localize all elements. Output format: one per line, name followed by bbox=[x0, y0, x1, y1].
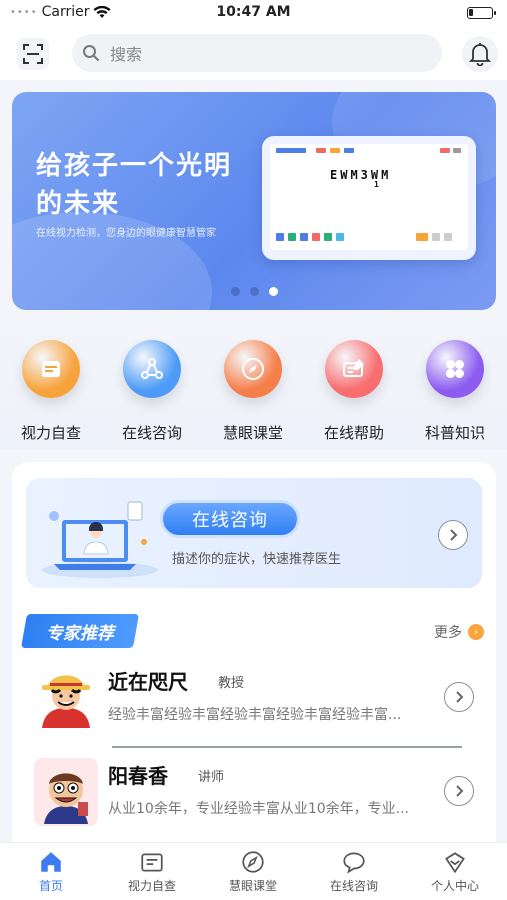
tab-item[interactable]: 个人中心 bbox=[405, 847, 505, 894]
consult-arrow-button[interactable] bbox=[438, 520, 468, 550]
tablet-screen: EWM3WM 1 bbox=[270, 144, 468, 250]
bottom-tab-bar: 首页 视力自查 慧眼课堂 在线咨询 个人中心 bbox=[0, 842, 507, 900]
expert-name: 近在咫尺 bbox=[108, 670, 188, 694]
chevron-right-icon bbox=[456, 691, 464, 703]
tab-label: 在线咨询 bbox=[329, 879, 378, 893]
carousel-dot[interactable] bbox=[249, 287, 259, 296]
eye-chart-row: 1 bbox=[374, 180, 379, 189]
promo-banner[interactable]: 给孩子一个光明的未来 在线视力检测，您身边的眼健康智慧管家 EWM3WM 1 bbox=[12, 92, 496, 310]
expert-description: 从业10余年，专业经验丰富从业10余年，专业... bbox=[108, 801, 409, 817]
clock: 10:47 AM bbox=[216, 4, 291, 20]
search-placeholder: 搜索 bbox=[110, 45, 143, 64]
quick-menu-label: 视力自查 bbox=[20, 424, 81, 442]
edit-card-icon bbox=[325, 340, 383, 398]
doctor-illustration bbox=[42, 501, 158, 578]
clover-icon bbox=[426, 340, 484, 398]
expert-list-item[interactable]: 阳春香 讲师 从业10余年，专业经验丰富从业10余年，专业... bbox=[26, 752, 482, 838]
tab-label: 视力自查 bbox=[127, 879, 176, 893]
section-title: 专家推荐 bbox=[21, 614, 139, 648]
compass-icon bbox=[203, 847, 303, 877]
divider bbox=[112, 746, 462, 748]
banner-subtitle: 在线视力检测，您身边的眼健康智慧管家 bbox=[36, 228, 216, 239]
expert-detail-button[interactable] bbox=[444, 776, 474, 806]
vision-check-icon bbox=[22, 340, 80, 398]
chevron-right-icon bbox=[450, 529, 458, 541]
header: 搜索 bbox=[0, 26, 507, 80]
quick-menu-item[interactable]: 在线咨询 bbox=[107, 340, 197, 443]
avatar bbox=[34, 758, 98, 826]
quick-menu-label: 慧眼课堂 bbox=[222, 424, 283, 442]
eye-chart-row: EWM3WM bbox=[330, 168, 392, 182]
battery-icon bbox=[467, 7, 496, 19]
quick-menu-label: 在线帮助 bbox=[323, 424, 384, 442]
tablet-illustration: EWM3WM 1 bbox=[262, 136, 476, 260]
vision-card-icon bbox=[102, 847, 202, 877]
tab-item[interactable]: 慧眼课堂 bbox=[203, 847, 303, 894]
expert-title: 讲师 bbox=[198, 770, 225, 785]
more-label: 更多 bbox=[434, 625, 462, 641]
content-card: 在线咨询 描述你的症状，快速推荐医生 专家推荐 更多 › 近在咫尺 教授 经验丰… bbox=[12, 462, 496, 842]
status-bar: •••• Carrier 10:47 AM bbox=[0, 0, 507, 26]
expert-name: 阳春香 bbox=[108, 764, 168, 788]
search-icon bbox=[83, 45, 100, 62]
expert-description: 经验丰富经验丰富经验丰富经验丰富经验丰富... bbox=[108, 707, 402, 723]
bell-icon bbox=[469, 43, 491, 66]
consult-description: 描述你的症状，快速推荐医生 bbox=[172, 552, 342, 567]
carousel-dot[interactable] bbox=[268, 287, 278, 296]
notification-button[interactable] bbox=[462, 36, 498, 72]
chat-bubble-icon bbox=[304, 847, 404, 877]
tab-label: 首页 bbox=[38, 879, 63, 893]
expert-detail-button[interactable] bbox=[444, 682, 474, 712]
quick-menu-item[interactable]: 视力自查 bbox=[6, 340, 96, 443]
screen-footer bbox=[276, 232, 462, 244]
chevron-right-icon bbox=[456, 785, 464, 797]
section-title-text: 专家推荐 bbox=[46, 623, 114, 644]
tab-item[interactable]: 在线咨询 bbox=[304, 847, 404, 894]
profile-icon bbox=[405, 847, 505, 877]
network-icon bbox=[123, 340, 181, 398]
expert-list-item[interactable]: 近在咫尺 教授 经验丰富经验丰富经验丰富经验丰富经验丰富... bbox=[26, 658, 482, 744]
quick-menu-item[interactable]: 在线帮助 bbox=[309, 340, 399, 443]
avatar bbox=[34, 664, 98, 732]
consult-button[interactable]: 在线咨询 bbox=[160, 500, 300, 538]
quick-menu-item[interactable]: 科普知识 bbox=[410, 340, 500, 443]
tab-label: 慧眼课堂 bbox=[228, 879, 277, 893]
quick-menu-item[interactable]: 慧眼课堂 bbox=[208, 340, 298, 443]
quick-menu-label: 科普知识 bbox=[424, 424, 485, 442]
home-icon bbox=[1, 847, 101, 877]
expert-title: 教授 bbox=[218, 676, 245, 691]
tab-item[interactable]: 首页 bbox=[1, 847, 101, 894]
carousel-dot[interactable] bbox=[230, 287, 240, 296]
tab-label: 个人中心 bbox=[430, 879, 479, 893]
chevron-right-icon: › bbox=[468, 624, 484, 640]
compass-icon bbox=[224, 340, 282, 398]
quick-menu: 视力自查 在线咨询 慧眼课堂 在线帮助 科普知识 bbox=[0, 330, 507, 450]
tab-item[interactable]: 视力自查 bbox=[102, 847, 202, 894]
carousel-indicator[interactable] bbox=[12, 287, 496, 296]
search-input[interactable]: 搜索 bbox=[72, 34, 442, 72]
screen-toolbar bbox=[276, 148, 462, 154]
more-link[interactable]: 更多 › bbox=[434, 622, 484, 642]
online-consult-card[interactable]: 在线咨询 描述你的症状，快速推荐医生 bbox=[26, 478, 482, 588]
scan-button[interactable] bbox=[17, 38, 49, 70]
scan-icon bbox=[23, 44, 43, 64]
banner-title: 给孩子一个光明的未来 bbox=[36, 151, 233, 219]
quick-menu-label: 在线咨询 bbox=[121, 424, 182, 442]
